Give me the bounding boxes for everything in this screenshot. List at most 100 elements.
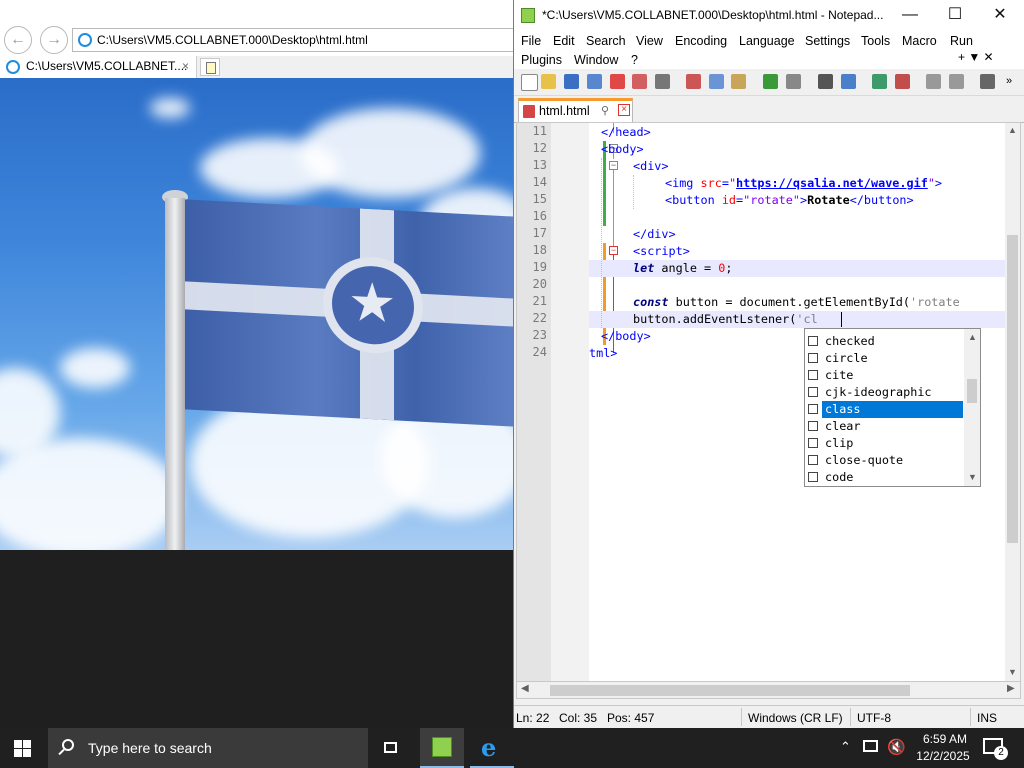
cloud [200,138,340,198]
line-number: 21 [532,294,547,308]
word-wrap-icon[interactable] [980,74,995,89]
save-all-icon[interactable] [587,74,602,89]
redo-icon[interactable] [786,74,801,89]
scroll-down-icon[interactable]: ▼ [1008,667,1017,677]
ie-tab-title: C:\Users\VM5.COLLABNET.... [26,59,188,73]
volume-muted-icon[interactable]: 🔇 [887,738,906,756]
ie-tab[interactable]: C:\Users\VM5.COLLABNET.... × [0,56,197,78]
menu-help[interactable]: ? [631,53,638,67]
print-icon[interactable] [655,74,670,89]
taskbar-internet-explorer[interactable]: e [470,728,514,768]
notepadpp-app-icon [521,8,535,23]
zoom-in-icon[interactable] [872,74,887,89]
paste-icon[interactable] [731,74,746,89]
code-token: </div> [633,227,676,241]
taskbar-notepadpp[interactable] [420,728,464,768]
ie-tab-close-icon[interactable]: × [182,59,189,73]
new-file-icon[interactable] [521,74,538,91]
autocomplete-item[interactable]: cjk-ideographic [805,384,963,401]
windows-start-icon[interactable] [14,740,31,757]
autocomplete-item[interactable]: checked [805,333,963,350]
menu-extra-controls[interactable]: + ▼ ✕ [958,50,994,64]
autocomplete-item[interactable]: circle [805,350,963,367]
autocomplete-item[interactable]: close-quote [805,452,963,469]
scroll-left-icon[interactable]: ◀ [521,683,529,694]
menu-language[interactable]: Language [739,34,795,48]
autocomplete-item[interactable]: clear [805,418,963,435]
forward-button[interactable]: → [40,26,68,54]
horizontal-scroll-thumb[interactable] [550,685,910,696]
close-button[interactable]: ✕ [984,4,1016,26]
sync-vertical-icon[interactable] [926,74,941,89]
fold-toggle-icon[interactable]: − [609,246,618,255]
menu-encoding[interactable]: Encoding [675,34,727,48]
sync-horizontal-icon[interactable] [949,74,964,89]
code-token: <button [665,193,722,207]
autocomplete-item[interactable]: clip [805,435,963,452]
status-insert-mode[interactable]: INS [977,711,997,725]
code-line-15: <button id="rotate">Rotate</button> [665,192,914,209]
fold-margin[interactable]: − − − [551,123,618,681]
vertical-scroll-thumb[interactable] [1007,235,1018,543]
status-position: Pos: 457 [607,711,655,725]
minimize-button[interactable]: — [894,4,926,26]
menu-file[interactable]: File [521,34,541,48]
clock-time[interactable]: 6:59 AM [917,732,973,746]
scroll-down-icon[interactable]: ▼ [968,472,977,482]
close-all-icon[interactable] [632,74,647,89]
windows-logo-pane [14,740,22,748]
fold-toggle-icon[interactable]: − [609,161,618,170]
code-line-19: let angle = 0; [633,260,732,277]
undo-icon[interactable] [763,74,778,89]
scroll-up-icon[interactable]: ▲ [1008,125,1017,135]
property-icon [808,336,818,346]
menu-window[interactable]: Window [574,53,618,67]
code-url-link[interactable]: https://qsalia.net/wave.gif [736,176,928,190]
address-bar[interactable]: C:\Users\VM5.COLLABNET.000\Desktop\html.… [72,28,513,52]
autocomplete-list[interactable]: checked circle cite cjk-ideographic clas… [804,328,981,487]
status-encoding[interactable]: UTF-8 [857,711,891,725]
menu-plugins[interactable]: Plugins [521,53,562,67]
network-icon[interactable] [863,740,878,752]
zoom-out-icon[interactable] [895,74,910,89]
menu-edit[interactable]: Edit [553,34,575,48]
find-icon[interactable] [818,74,833,89]
back-button[interactable]: ← [4,26,32,54]
scroll-up-icon[interactable]: ▲ [968,332,977,342]
task-view-icon[interactable] [382,738,402,758]
pin-icon[interactable]: ⚲ [601,104,609,117]
autocomplete-item[interactable]: code [805,469,963,486]
document-tab[interactable]: html.html ⚲ × [518,98,633,122]
status-divider [970,708,971,726]
show-hidden-icons-icon[interactable]: ⌃ [840,739,851,755]
scroll-right-icon[interactable]: ▶ [1007,683,1015,694]
clock-date[interactable]: 12/2/2025 [912,749,974,763]
autocomplete-scrollbar[interactable]: ▲ ▼ [964,329,980,486]
address-text[interactable]: C:\Users\VM5.COLLABNET.000\Desktop\html.… [97,33,368,47]
menu-search[interactable]: Search [586,34,626,48]
taskbar-search-box[interactable]: Type here to search [48,728,368,768]
horizontal-scrollbar[interactable]: ◀ ▶ [516,682,1021,699]
autocomplete-scroll-thumb[interactable] [967,379,977,403]
new-tab-button[interactable] [200,58,220,76]
close-file-icon[interactable] [610,74,625,89]
maximize-button[interactable]: ☐ [939,4,971,26]
menu-run[interactable]: Run [950,34,973,48]
menu-macro[interactable]: Macro [902,34,937,48]
title-bar[interactable]: *C:\Users\VM5.COLLABNET.000\Desktop\html… [514,0,1024,31]
cut-icon[interactable] [686,74,701,89]
status-eol[interactable]: Windows (CR LF) [748,711,843,725]
copy-icon[interactable] [709,74,724,89]
open-file-icon[interactable] [541,74,556,89]
replace-icon[interactable] [841,74,856,89]
toolbar-overflow-icon[interactable]: » [1006,75,1012,87]
search-placeholder[interactable]: Type here to search [88,740,212,756]
autocomplete-item-selected[interactable]: class [822,401,963,418]
save-icon[interactable] [564,74,579,89]
menu-view[interactable]: View [636,34,663,48]
tab-close-icon[interactable]: × [618,104,630,116]
menu-tools[interactable]: Tools [861,34,890,48]
menu-settings[interactable]: Settings [805,34,850,48]
autocomplete-item[interactable]: cite [805,367,963,384]
vertical-scrollbar[interactable]: ▲ ▼ [1005,123,1020,681]
